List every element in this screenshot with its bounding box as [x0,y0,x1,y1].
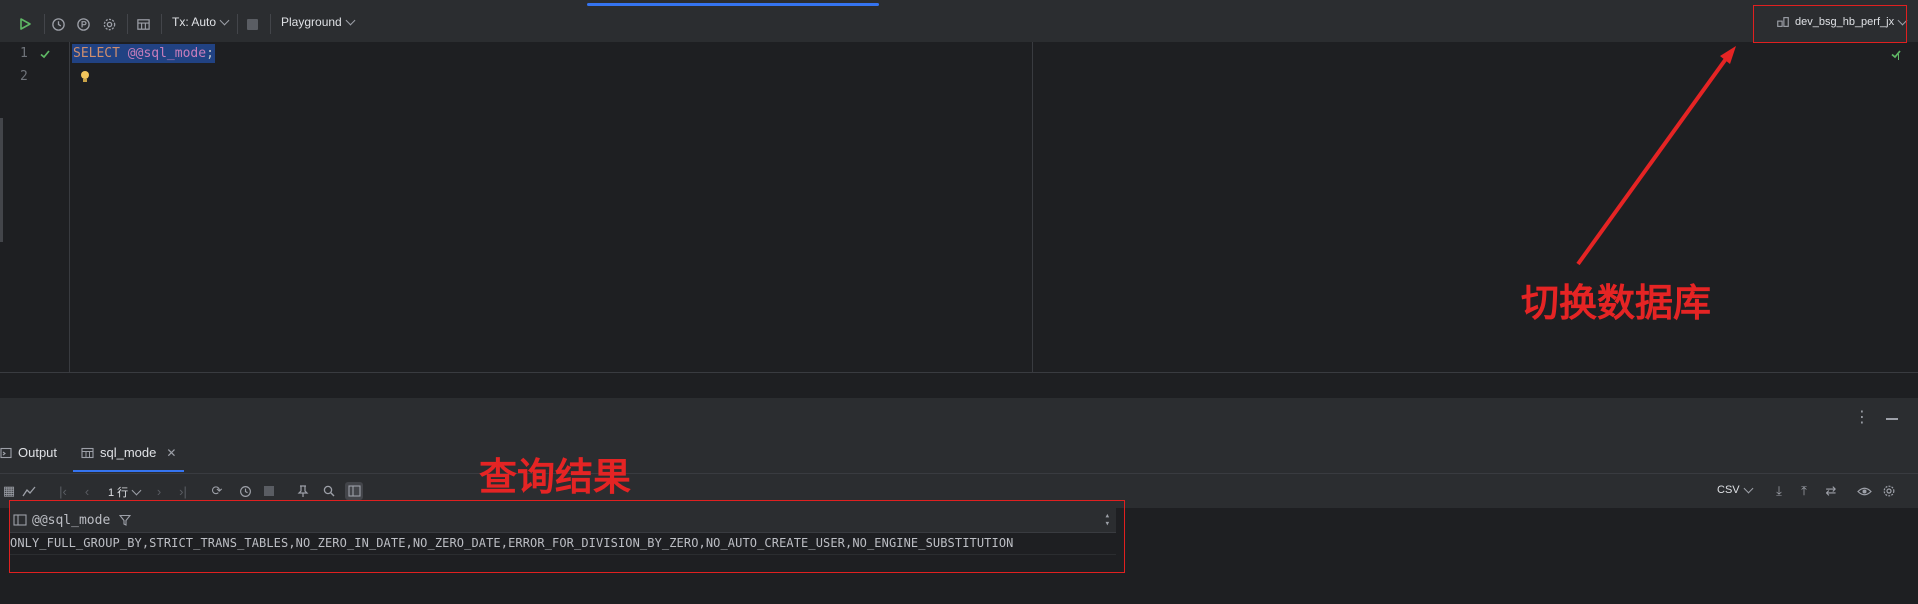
editor-toolbar: Tx: Auto Playground dev_bsg_hb_perf_jx [0,0,1918,47]
tab-label: sql_mode [100,445,157,460]
table-icon [136,18,150,30]
console-icon [0,447,12,458]
row-count-dropdown[interactable]: 1 行 [108,484,142,500]
chart-view-icon[interactable] [20,482,38,500]
sql-punctuation: ; [206,46,214,61]
search-icon[interactable] [320,482,338,500]
row-count-label: 1 行 [108,487,129,499]
line-number: 2 [20,69,28,84]
export-format-label: CSV [1717,484,1740,496]
refresh-icon[interactable]: ⟳ [208,482,226,500]
chevron-down-icon [219,15,230,25]
first-page-icon[interactable]: |‹ [54,482,72,500]
more-options-icon[interactable]: ⋮ [1854,410,1870,426]
download-icon[interactable]: ⤓ [1770,482,1788,500]
loading-progress-bar [587,3,879,6]
stop-icon [246,18,258,30]
playground-dropdown[interactable]: Playground [281,15,356,29]
transaction-mode-dropdown[interactable]: Tx: Auto [172,15,230,29]
tab-label: Output [18,445,58,460]
stop-button[interactable] [241,13,263,35]
sql-keyword: SELECT [73,46,120,61]
close-icon[interactable]: ✕ [166,446,176,460]
left-scroll-indicator [0,118,3,242]
history-button[interactable] [47,13,69,35]
pin-icon[interactable] [294,482,312,500]
run-button[interactable] [14,13,36,35]
settings-button[interactable] [98,13,120,35]
play-icon [20,18,31,30]
line-number: 1 [20,46,28,61]
clock-icon [51,17,65,31]
upload-icon[interactable]: ⤒ [1795,482,1813,500]
chevron-down-icon [131,485,142,495]
inspection-ok-icon [1891,50,1901,59]
next-page-icon[interactable]: › [150,482,168,500]
sql-variable: @@sql_mode [127,46,207,61]
tab-output[interactable]: Output [0,445,57,460]
gear-icon [103,18,115,30]
last-page-icon[interactable]: ›| [174,482,192,500]
check-icon [40,50,50,59]
export-format-dropdown[interactable]: CSV [1717,483,1754,496]
annotation-switch-db: 切换数据库 [1521,281,1712,325]
p-circle-icon [76,17,90,31]
previous-page-icon[interactable]: ‹ [78,482,96,500]
lightbulb-icon[interactable] [79,70,91,84]
transaction-mode-label: Tx: Auto [172,15,217,29]
services-panel-header: ⋮ [0,397,1918,438]
playground-label: Playground [281,15,342,29]
annotation-box-results [9,500,1125,573]
chevron-down-icon [345,15,356,25]
minimize-icon[interactable] [1886,418,1898,420]
annotation-query-result: 查询结果 [479,455,632,499]
table-view-button[interactable] [132,13,154,35]
explain-plan-button[interactable] [72,13,94,35]
editor-footer-gap [0,372,1918,398]
eye-icon[interactable] [1855,482,1873,500]
history-clock-icon[interactable] [236,482,254,500]
sql-code-line[interactable]: SELECT @@sql_mode; [72,44,215,63]
gear-icon[interactable] [1880,482,1898,500]
grid-view-icon[interactable]: ▦ [0,482,18,500]
results-tab-bar: Output sql_mode ✕ [0,437,1918,474]
chevron-down-icon [1743,483,1754,493]
compare-icon[interactable]: ⇄ [1822,482,1840,500]
tab-sql-mode[interactable]: sql_mode ✕ [72,445,185,472]
value-editor-toggle-icon[interactable] [345,482,363,500]
annotation-box-datasource [1753,5,1907,43]
table-icon [81,447,94,458]
annotation-arrow [1576,46,1736,266]
stop-icon[interactable] [260,482,278,500]
